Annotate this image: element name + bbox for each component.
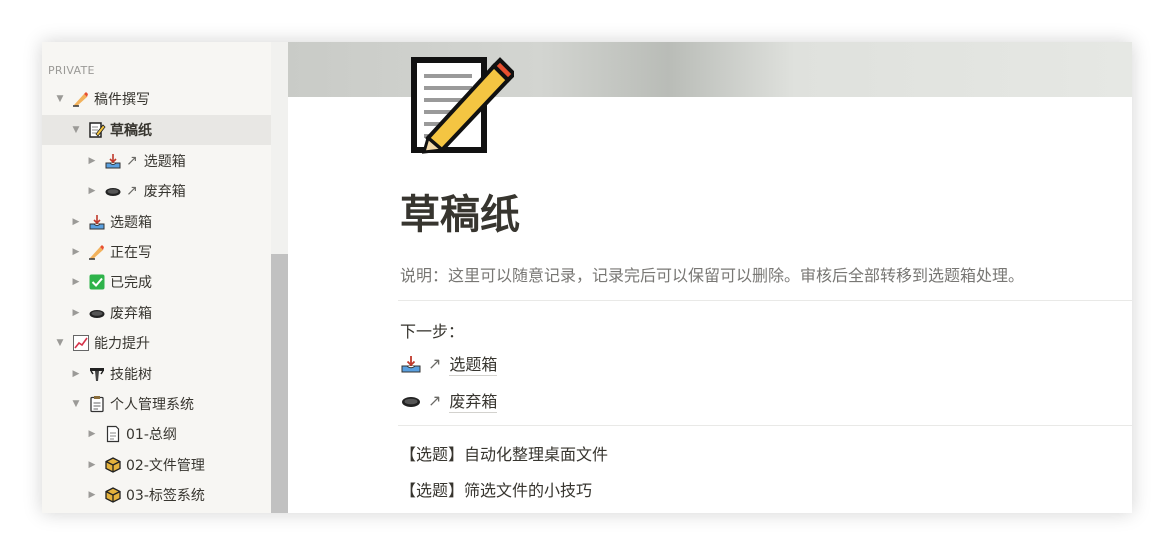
- page-description: 说明：这里可以随意记录，记录完后可以保留可以删除。审核后全部转移到选题箱处理。: [400, 266, 1025, 285]
- page-title[interactable]: 草稿纸: [400, 182, 520, 240]
- hole-icon: [104, 182, 122, 200]
- sidebar-item-topic-box[interactable]: ▶ 选题箱: [42, 207, 288, 237]
- caret-right-icon[interactable]: ▶: [70, 369, 82, 379]
- sidebar-item-label: 正在写: [110, 245, 152, 261]
- sidebar-item-scratch-paper[interactable]: ▼ 草稿纸: [42, 115, 281, 145]
- sidebar-item-writing[interactable]: ▶ 正在写: [42, 237, 288, 267]
- sidebar-item-label: 已完成: [110, 275, 152, 291]
- tree-icon: [88, 365, 106, 383]
- sidebar-item-trash-box[interactable]: ▶ 废弃箱: [42, 298, 288, 328]
- sidebar: PRIVATE ▼ 稿件撰写 ▼ 草稿纸 ▶ ↗ 选题箱 ▶ ↗ 废弃箱 ▶ 选…: [42, 42, 288, 513]
- clipboard-icon: [88, 395, 106, 413]
- sidebar-item-link-topic-box[interactable]: ▶ ↗ 选题箱: [42, 146, 288, 176]
- sidebar-item-skill-growth[interactable]: ▼ 能力提升: [42, 328, 281, 358]
- inbox-tray-icon: [104, 152, 122, 170]
- check-box-icon: [88, 273, 106, 291]
- caret-right-icon[interactable]: ▶: [86, 490, 98, 500]
- sidebar-item-skill-tree[interactable]: ▶ 技能树: [42, 359, 288, 389]
- topic-item[interactable]: 【选题】自动化整理桌面文件: [400, 441, 608, 465]
- sidebar-item-label: 01-总纲: [126, 427, 177, 443]
- link-trash-box[interactable]: ↗ 废弃箱: [400, 388, 498, 413]
- caret-right-icon[interactable]: ▶: [86, 429, 98, 439]
- sidebar-item-label: 选题箱: [143, 154, 186, 170]
- page-icon: [104, 425, 122, 443]
- sidebar-scrollbar-thumb[interactable]: [271, 254, 288, 513]
- link-label[interactable]: 废弃箱: [449, 388, 498, 413]
- link-arrow-icon: ↗: [428, 354, 442, 373]
- sidebar-item-link-trash-box[interactable]: ▶ ↗ 废弃箱: [42, 176, 288, 206]
- link-arrow-icon: ↗: [428, 391, 442, 410]
- sidebar-item-label: 稿件撰写: [94, 92, 150, 108]
- package-icon: [104, 486, 122, 504]
- inbox-tray-icon: [88, 213, 106, 231]
- link-label[interactable]: 选题箱: [449, 351, 498, 376]
- caret-right-icon[interactable]: ▶: [70, 277, 82, 287]
- divider: [398, 300, 1132, 301]
- chart-increasing-icon: [72, 334, 90, 352]
- sidebar-item-label: 02-文件管理: [126, 458, 205, 474]
- sidebar-item-label: 能力提升: [94, 336, 150, 352]
- caret-right-icon[interactable]: ▶: [86, 186, 98, 196]
- sidebar-item-draft-writing[interactable]: ▼ 稿件撰写: [42, 84, 281, 114]
- sidebar-item-label: 废弃箱: [110, 306, 152, 322]
- inbox-tray-icon: [400, 354, 422, 374]
- writing-hand-icon: [88, 243, 106, 261]
- caret-down-icon[interactable]: ▼: [70, 399, 82, 409]
- caret-down-icon[interactable]: ▼: [70, 125, 82, 135]
- caret-down-icon[interactable]: ▼: [54, 338, 66, 348]
- caret-down-icon[interactable]: ▼: [54, 94, 66, 104]
- caret-right-icon[interactable]: ▶: [86, 156, 98, 166]
- caret-right-icon[interactable]: ▶: [70, 308, 82, 318]
- caret-right-icon[interactable]: ▶: [70, 247, 82, 257]
- writing-hand-icon: [72, 90, 90, 108]
- sidebar-item-overview[interactable]: ▶ 01-总纲: [42, 419, 288, 449]
- link-arrow-icon: ↗: [126, 183, 138, 199]
- sidebar-item-label: 选题箱: [110, 215, 152, 231]
- topic-item[interactable]: 【选题】筛选文件的小技巧: [400, 477, 592, 501]
- section-title-private: PRIVATE: [48, 64, 95, 77]
- memo-icon: [88, 121, 106, 139]
- sidebar-item-tag-system[interactable]: ▶ 03-标签系统: [42, 480, 288, 510]
- sidebar-item-label: 废弃箱: [143, 184, 186, 200]
- package-icon: [104, 456, 122, 474]
- sidebar-item-label: 技能树: [110, 367, 152, 383]
- sidebar-item-label: 03-标签系统: [126, 488, 205, 504]
- hole-icon: [88, 304, 106, 322]
- hole-icon: [400, 391, 422, 411]
- link-arrow-icon: ↗: [126, 153, 138, 169]
- sidebar-item-file-management[interactable]: ▶ 02-文件管理: [42, 450, 288, 480]
- caret-right-icon[interactable]: ▶: [70, 217, 82, 227]
- sidebar-item-completed[interactable]: ▶ 已完成: [42, 267, 288, 297]
- sidebar-item-label: 个人管理系统: [110, 397, 194, 413]
- next-step-label: 下一步：: [400, 322, 465, 341]
- page-content: 草稿纸 说明：这里可以随意记录，记录完后可以保留可以删除。审核后全部转移到选题箱…: [288, 42, 1132, 513]
- link-topic-box[interactable]: ↗ 选题箱: [400, 351, 498, 376]
- sidebar-item-personal-management[interactable]: ▼ 个人管理系统: [42, 389, 288, 419]
- sidebar-item-label: 草稿纸: [110, 123, 152, 139]
- caret-right-icon[interactable]: ▶: [86, 460, 98, 470]
- divider: [398, 425, 1132, 426]
- app-window: PRIVATE ▼ 稿件撰写 ▼ 草稿纸 ▶ ↗ 选题箱 ▶ ↗ 废弃箱 ▶ 选…: [42, 42, 1132, 513]
- memo-icon[interactable]: [410, 54, 517, 154]
